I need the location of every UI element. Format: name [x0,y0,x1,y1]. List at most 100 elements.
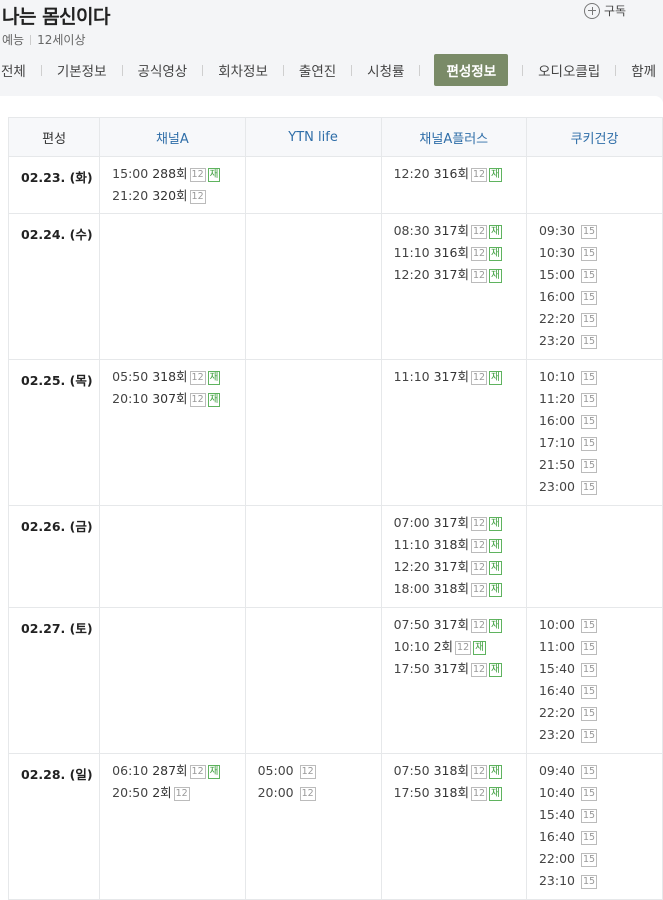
airing-time: 15:00 [538,267,576,282]
rerun-badge: 재 [489,517,502,531]
airing-time: 22:20 [538,705,576,720]
tab-9[interactable]: 함께 [601,60,657,80]
airing-time: 17:50 [393,785,430,800]
age-rating-badge: 12 [470,561,488,575]
airing-time: 22:00 [538,851,576,866]
airing-time: 23:20 [538,333,576,348]
schedule-cell: 12:20 316회 12 재 [380,156,527,214]
airing-time: 10:40 [538,785,576,800]
airing-time: 10:10 [393,639,430,654]
airing-entry: 18:00 318회 12 재 [394,580,526,602]
airing-time: 16:40 [538,683,576,698]
schedule-cell [525,505,663,608]
episode-number: 320회 [152,188,188,203]
airing-entry: 12:20 317회 12 재 [394,266,526,288]
airing-entry: 23:20 15 [539,726,662,748]
schedule-header-row: 편성 채널A YTN life 채널A플러스 쿠키건강 [7,117,663,157]
channel-header[interactable]: 쿠키건강 [525,117,663,157]
rerun-badge: 재 [489,663,502,677]
airing-entry: 06:10 287회 12 재 [112,762,244,784]
airing-entry: 16:40 15 [539,828,662,850]
airing-time: 11:20 [538,391,576,406]
episode-number: 317회 [433,661,469,676]
airing-entry: 20:00 12 [258,784,381,806]
airing-entry: 15:00 288회 12 재 [112,165,244,187]
tab-5[interactable]: 출연진 [269,60,337,80]
episode-number: 2회 [433,639,454,654]
channel-header[interactable]: YTN life [244,117,382,157]
age-rating-badge: 15 [581,809,598,823]
schedule-table: 편성 채널A YTN life 채널A플러스 쿠키건강 02.23. (화) 15:00… [7,117,663,900]
schedule-cell: 10:10 15 11:20 15 16:00 15 17:10 15 21:50 15… [525,359,663,506]
airing-time: 12:20 [393,166,430,181]
airing-entry: 16:00 15 [539,288,662,310]
schedule-cell: 07:50 317회 12 재 10:10 2회 12 재 17:50 317회 12 재 [380,607,527,754]
airing-entry: 09:30 15 [539,222,662,244]
subscribe-label: 구독 [604,4,627,18]
tab-label: 오디오클립 [538,64,601,80]
episode-number: 318회 [433,785,469,800]
episode-number: 317회 [433,223,469,238]
tab-1[interactable]: 전체 [0,60,27,80]
airing-time: 10:30 [538,245,576,260]
rerun-badge: 재 [489,225,502,239]
tab-7[interactable]: 편성정보 [405,54,509,86]
episode-number: 317회 [433,559,469,574]
rating-label: 12세이상 [37,33,86,47]
age-rating-badge: 15 [581,831,598,845]
age-rating-badge: 15 [581,393,598,407]
airing-time: 15:40 [538,807,576,822]
airing-entry: 17:10 15 [539,434,662,456]
schedule-cell [99,213,246,360]
schedule-cell [99,505,246,608]
airing-entry: 23:20 15 [539,332,662,354]
meta-divider [30,35,32,45]
airing-entry: 21:50 15 [539,456,662,478]
rerun-badge: 재 [489,583,502,597]
airing-time: 08:30 [393,223,430,238]
airing-time: 17:10 [538,435,576,450]
tab-4[interactable]: 회차정보 [188,60,269,80]
rerun-badge: 재 [489,247,502,261]
airing-time: 20:10 [112,391,149,406]
tab-6[interactable]: 시청률 [337,60,405,80]
airing-time: 18:00 [393,581,430,596]
airing-time: 07:50 [393,763,430,778]
airing-entry: 15:40 15 [539,660,662,682]
age-rating-badge: 15 [581,663,598,677]
subscribe-button[interactable]: 구독 [584,2,626,19]
airing-entry: 11:10 317회 12 재 [394,368,526,390]
age-rating-badge: 12 [470,765,488,779]
airing-time: 11:10 [393,537,430,552]
tab-8[interactable]: 오디오클립 [508,60,601,80]
schedule-cell: 15:00 288회 12 재 21:20 320회 12 [99,156,246,214]
age-rating-badge: 15 [581,619,598,633]
program-meta: 예능 12세이상 [2,31,85,48]
rerun-badge: 재 [489,168,502,182]
channel-header[interactable]: 채널A플러스 [380,117,527,157]
tab-3[interactable]: 공식영상 [108,60,189,80]
airing-time: 12:20 [393,559,430,574]
airing-entry: 20:50 2회 12 [112,784,244,806]
airing-entry: 20:10 307회 12 재 [112,390,244,412]
airing-time: 22:20 [538,311,576,326]
airing-time: 23:10 [538,873,576,888]
airing-entry: 10:10 2회 12 재 [394,638,526,660]
airing-time: 10:00 [538,617,576,632]
rerun-badge: 재 [207,765,221,779]
channel-header[interactable]: 채널A [99,117,246,157]
rerun-badge: 재 [473,641,486,655]
airing-time: 15:40 [538,661,576,676]
tab-2[interactable]: 기본정보 [27,60,108,80]
airing-entry: 16:40 15 [539,682,662,704]
age-rating-badge: 12 [189,190,206,204]
airing-time: 16:00 [538,289,576,304]
schedule-row: 02.27. (토) 07:50 317회 12 재 10:10 2회 12 재 17:50 … [7,607,663,754]
schedule-cell: 09:30 15 10:30 15 15:00 15 16:00 15 22:20 15… [525,213,663,360]
airing-time: 11:10 [393,369,430,384]
airing-entry: 09:40 15 [539,762,662,784]
episode-number: 316회 [433,166,469,181]
age-rating-badge: 15 [581,729,598,743]
date-cell: 02.25. (목) [7,359,101,506]
schedule-cell: 08:30 317회 12 재 11:10 316회 12 재 12:20 317회 12 재 [380,213,527,360]
